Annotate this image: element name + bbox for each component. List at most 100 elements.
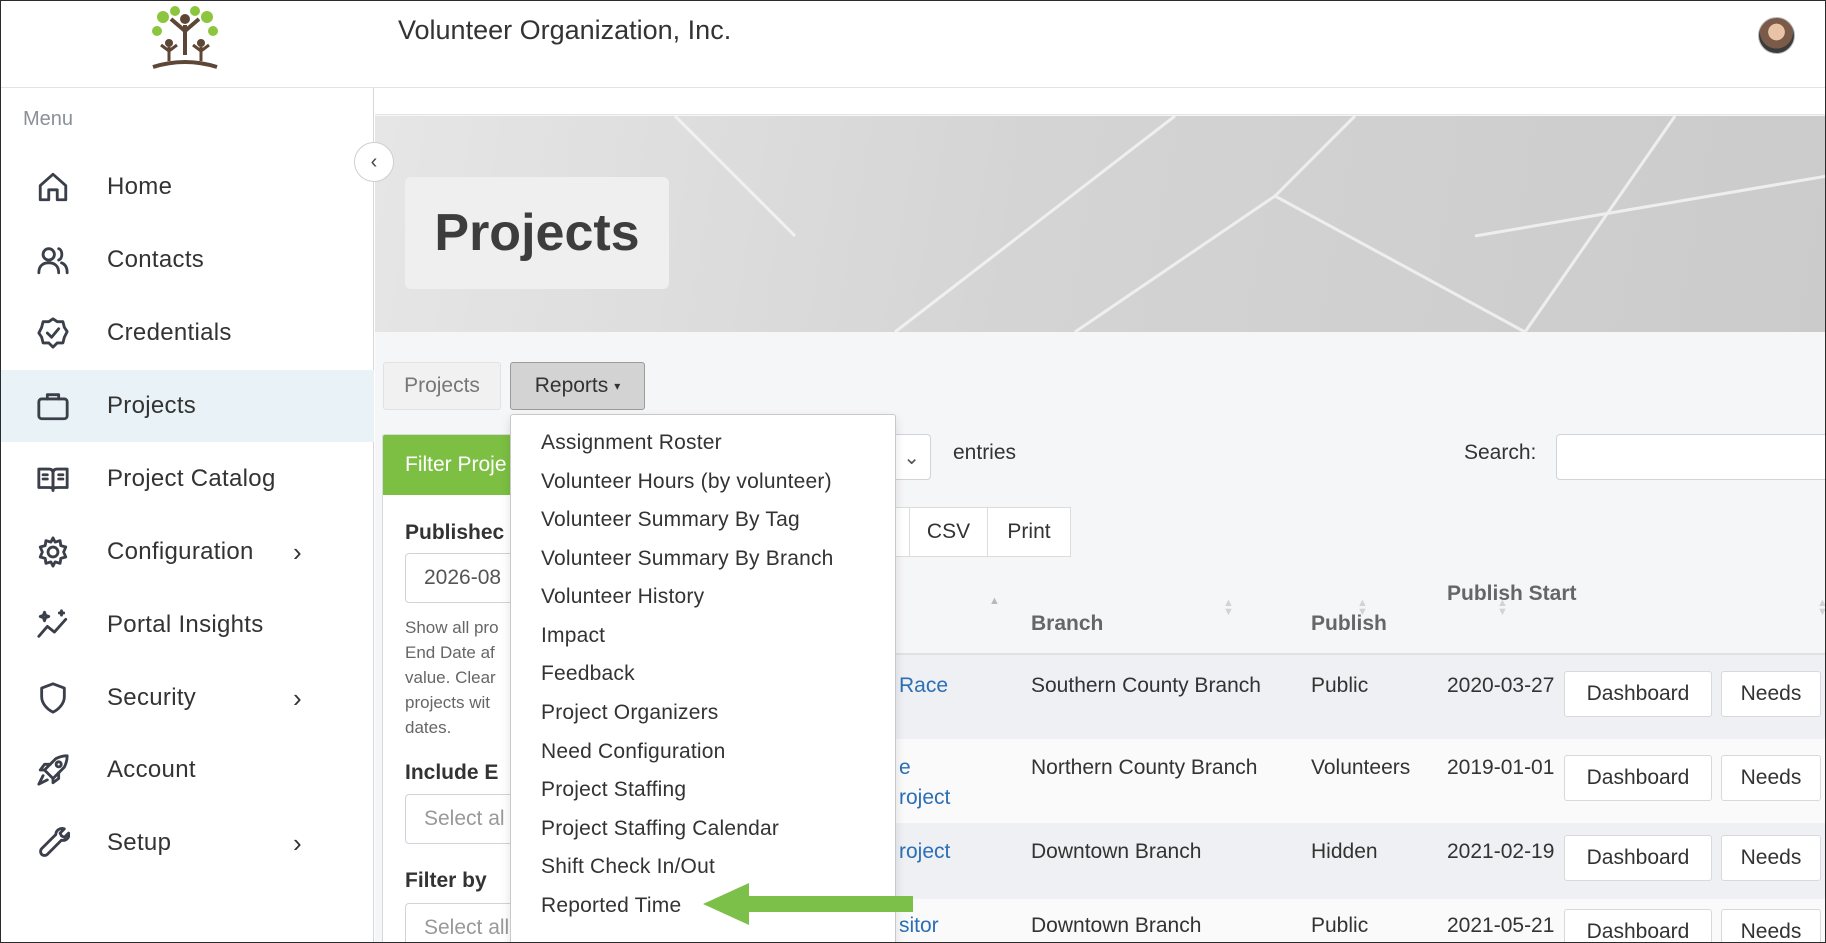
publish-cell: Volunteers — [1311, 756, 1411, 779]
organization-name: Volunteer Organization, Inc. — [398, 15, 732, 45]
menu-item-project-organizers[interactable]: Project Organizers — [541, 699, 719, 727]
sidebar-item-credentials[interactable]: Credentials — [1, 297, 374, 369]
sidebar-item-label: Configuration — [107, 538, 254, 565]
dashboard-button[interactable]: Dashboard — [1564, 671, 1712, 717]
publish-start-cell: 2019-01-01 — [1447, 756, 1555, 779]
include-label: Include E — [405, 761, 499, 784]
menu-item-reported-time[interactable]: Reported Time — [541, 892, 681, 920]
branch-cell: Northern County Branch — [1031, 756, 1258, 779]
wrench-icon — [35, 825, 71, 861]
caret-down-icon: ▾ — [614, 379, 621, 393]
sidebar-item-configuration[interactable]: Configuration › — [1, 516, 374, 588]
sidebar-item-contacts[interactable]: Contacts — [1, 224, 374, 296]
sidebar-item-projects[interactable]: Projects — [1, 370, 374, 442]
sub-header-bar — [375, 89, 1825, 115]
reports-dropdown-button[interactable]: Reports ▾ — [510, 362, 645, 410]
menu-item-project-staffing-calendar[interactable]: Project Staffing Calendar — [541, 815, 779, 843]
reports-button-label: Reports — [534, 374, 609, 397]
users-icon — [35, 242, 71, 278]
menu-item-shift-check-in-out[interactable]: Shift Check In/Out — [541, 853, 715, 881]
publish-start-cell: 2020-03-27 — [1447, 674, 1555, 697]
publish-cell: Public — [1311, 914, 1369, 937]
publish-cell: Public — [1311, 674, 1369, 697]
needs-button[interactable]: Needs — [1721, 835, 1821, 881]
briefcase-icon — [35, 388, 71, 424]
annotation-arrow-icon — [703, 883, 913, 925]
sidebar-item-label: Account — [107, 756, 196, 783]
sort-icon[interactable]: ▲▼ — [1817, 598, 1825, 618]
sidebar-item-label: Project Catalog — [107, 465, 276, 492]
menu-item-volunteer-summary-branch[interactable]: Volunteer Summary By Branch — [541, 545, 834, 573]
project-name-link[interactable]: Race — [899, 671, 948, 701]
menu-item-volunteer-summary-tag[interactable]: Volunteer Summary By Tag — [541, 506, 800, 534]
tab-projects[interactable]: Projects — [383, 362, 501, 410]
chevron-right-icon: › — [293, 827, 302, 858]
entries-label: entries — [953, 441, 1017, 464]
column-header-branch[interactable]: Branch — [1031, 609, 1103, 639]
needs-button[interactable]: Needs — [1721, 909, 1821, 942]
sort-icon[interactable]: ▲▼ — [1357, 598, 1368, 618]
badge-check-icon — [35, 315, 71, 351]
rocket-icon — [35, 752, 71, 788]
user-avatar[interactable] — [1758, 17, 1795, 54]
organization-logo[interactable] — [145, 5, 225, 73]
sidebar-item-home[interactable]: Home — [1, 151, 374, 223]
chevron-down-icon: ⌄ — [903, 446, 920, 469]
menu-item-project-staffing[interactable]: Project Staffing — [541, 776, 686, 804]
project-name-link[interactable]: e roject — [899, 753, 950, 813]
sparkle-chart-icon — [35, 607, 71, 643]
branch-cell: Downtown Branch — [1031, 840, 1202, 863]
sidebar-item-label: Setup — [107, 829, 172, 856]
sidebar-item-label: Home — [107, 173, 173, 200]
menu-item-volunteer-hours[interactable]: Volunteer Hours (by volunteer) — [541, 468, 832, 496]
chevron-right-icon: › — [293, 682, 302, 713]
dashboard-button[interactable]: Dashboard — [1564, 909, 1712, 942]
search-input[interactable] — [1556, 434, 1825, 480]
gear-icon — [35, 534, 71, 570]
print-button[interactable]: Print — [987, 507, 1071, 557]
sidebar-item-label: Portal Insights — [107, 611, 264, 638]
dashboard-button[interactable]: Dashboard — [1564, 755, 1712, 801]
project-name-link[interactable]: roject — [899, 837, 950, 867]
menu-item-impact[interactable]: Impact — [541, 622, 605, 650]
sidebar-item-project-catalog[interactable]: Project Catalog — [1, 443, 374, 515]
menu-item-feedback[interactable]: Feedback — [541, 660, 635, 688]
menu-item-need-configuration[interactable]: Need Configuration — [541, 738, 726, 766]
column-header-publish[interactable]: Publish — [1311, 609, 1387, 639]
shield-icon — [35, 680, 71, 716]
needs-button[interactable]: Needs — [1721, 671, 1821, 717]
chevron-left-icon: ‹ — [370, 150, 378, 173]
sidebar-item-security[interactable]: Security › — [1, 662, 374, 734]
page-banner: Projects — [375, 116, 1825, 332]
branch-cell: Downtown Branch — [1031, 914, 1202, 937]
published-label: Publishec — [405, 521, 505, 544]
menu-item-volunteer-history[interactable]: Volunteer History — [541, 583, 704, 611]
book-open-icon — [35, 461, 71, 497]
sidebar-item-label: Credentials — [107, 319, 232, 346]
sidebar-item-account[interactable]: Account — [1, 734, 374, 806]
csv-button[interactable]: CSV — [909, 507, 988, 557]
filter-by-label: Filter by — [405, 869, 487, 892]
needs-button[interactable]: Needs — [1721, 755, 1821, 801]
menu-item-assignment-roster[interactable]: Assignment Roster — [541, 429, 722, 457]
sidebar-item-setup[interactable]: Setup › — [1, 807, 374, 879]
sort-icon[interactable]: ▲▼ — [1223, 598, 1234, 618]
sidebar-collapse-button[interactable]: ‹ — [354, 142, 394, 182]
publish-start-cell: 2021-05-21 — [1447, 914, 1555, 937]
publish-cell: Hidden — [1311, 840, 1378, 863]
sort-icon[interactable]: ▲ — [989, 596, 1000, 607]
sidebar-item-label: Security — [107, 684, 197, 711]
published-help-text: Show all pro End Date af value. Clear pr… — [405, 618, 499, 737]
menu-heading: Menu — [23, 108, 74, 130]
home-icon — [35, 169, 71, 205]
sidebar-item-portal-insights[interactable]: Portal Insights — [1, 589, 374, 661]
page-title: Projects — [405, 177, 669, 289]
top-bar: Volunteer Organization, Inc. — [1, 1, 1825, 88]
chevron-right-icon: › — [293, 536, 302, 567]
column-header-publish-start[interactable]: Publish Start — [1447, 579, 1577, 609]
sidebar: Menu Home Contacts Credentials Projects … — [1, 88, 374, 942]
search-label: Search: — [1464, 441, 1537, 464]
dashboard-button[interactable]: Dashboard — [1564, 835, 1712, 881]
sort-icon[interactable]: ▲▼ — [1497, 598, 1508, 618]
reports-dropdown-menu: Assignment Roster Volunteer Hours (by vo… — [510, 414, 896, 942]
